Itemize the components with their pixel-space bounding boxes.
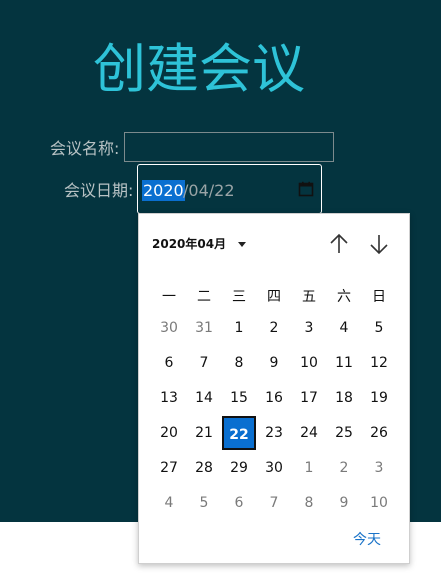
calendar-day[interactable]: 30 — [152, 311, 186, 345]
calendar-day[interactable]: 17 — [292, 381, 326, 415]
calendar-day[interactable]: 3 — [362, 451, 396, 485]
calendar-day[interactable]: 27 — [152, 451, 186, 485]
calendar-day[interactable]: 31 — [187, 311, 221, 345]
calendar-day[interactable]: 4 — [327, 311, 361, 345]
arrow-down-icon[interactable] — [367, 232, 391, 256]
calendar-day[interactable]: 13 — [152, 381, 186, 415]
calendar-day[interactable]: 2 — [327, 451, 361, 485]
meeting-date-input[interactable]: 2020 /04/22 — [137, 164, 322, 214]
calendar-day[interactable]: 10 — [362, 486, 396, 520]
today-button[interactable]: 今天 — [353, 530, 381, 550]
calendar-day[interactable]: 28 — [187, 451, 221, 485]
calendar-day[interactable]: 20 — [152, 416, 186, 450]
calendar-day[interactable]: 9 — [327, 486, 361, 520]
calendar-day[interactable]: 23 — [257, 416, 291, 450]
calendar-day[interactable]: 7 — [187, 346, 221, 380]
selected-day[interactable]: 22 — [222, 416, 256, 450]
calendar-day[interactable]: 7 — [257, 486, 291, 520]
weekday-label: 五 — [302, 289, 316, 305]
calendar-day[interactable]: 4 — [152, 486, 186, 520]
calendar-day[interactable]: 11 — [327, 346, 361, 380]
calendar-day[interactable]: 26 — [362, 416, 396, 450]
meeting-name-input[interactable] — [124, 132, 334, 162]
date-picker-popup: 2020年04月 一二三四五六日 30 31 1 2 3 4 5 6 7 8 9 10 11 12 13 14… — [138, 213, 410, 564]
arrow-up-icon[interactable] — [327, 232, 351, 256]
weekday-label: 二 — [197, 289, 211, 305]
weekday-label: 六 — [337, 289, 351, 305]
date-year-segment[interactable]: 2020 — [142, 180, 185, 201]
calendar-day[interactable]: 10 — [292, 346, 326, 380]
calendar-day[interactable]: 8 — [222, 346, 256, 380]
calendar-day[interactable]: 19 — [362, 381, 396, 415]
date-month-day-segment[interactable]: /04/22 — [183, 180, 235, 201]
calendar-day[interactable]: 12 — [362, 346, 396, 380]
chevron-down-icon[interactable] — [238, 242, 246, 247]
weekday-label: 四 — [267, 289, 281, 305]
calendar-day[interactable]: 8 — [292, 486, 326, 520]
calendar-day[interactable]: 6 — [222, 486, 256, 520]
weekday-label: 一 — [162, 289, 176, 305]
calendar-day[interactable]: 1 — [222, 311, 256, 345]
calendar-day[interactable]: 16 — [257, 381, 291, 415]
calendar-day[interactable]: 9 — [257, 346, 291, 380]
calendar-day[interactable]: 2 — [257, 311, 291, 345]
calendar-day[interactable]: 24 — [292, 416, 326, 450]
calendar-day[interactable]: 25 — [327, 416, 361, 450]
calendar-icon[interactable] — [298, 181, 314, 197]
calendar-day[interactable]: 5 — [187, 486, 221, 520]
month-year-select[interactable]: 2020年04月 — [152, 234, 226, 254]
weekday-label: 日 — [372, 289, 386, 305]
calendar-day[interactable]: 15 — [222, 381, 256, 415]
calendar-day[interactable]: 3 — [292, 311, 326, 345]
calendar-day[interactable]: 14 — [187, 381, 221, 415]
page-title: 创建会议 — [93, 39, 305, 100]
calendar-day[interactable]: 30 — [257, 451, 291, 485]
meeting-date-label: 会议日期: — [64, 181, 134, 200]
calendar-day[interactable]: 29 — [222, 451, 256, 485]
meeting-name-label: 会议名称: — [50, 139, 120, 158]
calendar-day[interactable]: 1 — [292, 451, 326, 485]
weekday-label: 三 — [232, 289, 246, 305]
calendar-day[interactable]: 18 — [327, 381, 361, 415]
calendar-day[interactable]: 6 — [152, 346, 186, 380]
calendar-day[interactable]: 5 — [362, 311, 396, 345]
calendar-day[interactable]: 21 — [187, 416, 221, 450]
